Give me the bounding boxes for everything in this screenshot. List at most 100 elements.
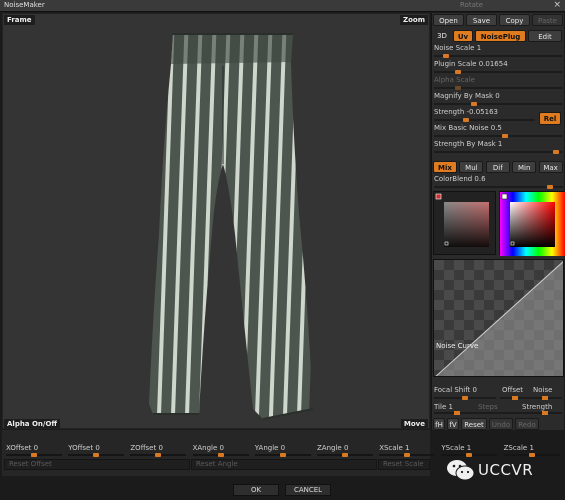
slider-yoffset[interactable]: YOffset 0 [66,444,126,458]
slider-xangle[interactable]: XAngle 0 [191,444,251,458]
slider-label: Strength By Mask 1 [434,140,503,148]
main-color-picker[interactable] [433,191,496,255]
slider-track [434,103,563,105]
mode-noiseplug[interactable]: NoisePlug [475,30,526,42]
blend-mul[interactable]: Mul [459,161,484,173]
offset-track[interactable] [500,397,562,399]
slider-xscale[interactable]: XScale 1 [377,444,437,458]
slider-label: ZScale 1 [503,444,534,452]
colorblend-slider[interactable]: ColorBlend 0.6 [432,175,565,191]
reset-scale-button[interactable]: Reset Scale [378,459,430,470]
preview-viewport[interactable]: Frame Zoom Alpha On/Off Move [2,13,430,429]
slider-plugin-scale[interactable]: Plugin Scale 0.01654 [432,60,565,76]
reset-offset-button[interactable]: Reset Offset [4,459,190,470]
hue-color-wheel [500,192,565,256]
rel-button[interactable]: Rel [539,112,561,125]
noise-label: Noise [533,386,553,394]
settings-panel: Open Save Copy Paste 3D Uv NoisePlug Edit Nois… [431,13,565,430]
focal-shift-slider[interactable]: Focal Shift 0 [432,386,498,402]
noise-curve-editor[interactable]: Noise Curve [433,259,564,377]
slider-strength[interactable]: Strength -0.05163 [432,108,537,124]
alpha-toggle[interactable]: Alpha On/Off [4,419,61,428]
secondary-color-picker[interactable] [499,191,565,256]
slider-knob[interactable] [279,453,286,457]
slider-label: YScale 1 [441,444,472,452]
tool-fh[interactable]: fH [433,418,445,430]
button-save[interactable]: Save [466,14,497,26]
main-color-gradient [435,193,489,247]
slider-noise-scale[interactable]: Noise Scale 1 [432,44,565,60]
slider-knob[interactable] [547,185,554,189]
tile-label: Tile 1 [434,403,453,411]
slider-strength-by-mask[interactable]: Strength By Mask 1 [432,140,565,156]
slider-knob[interactable] [404,453,411,457]
offset-knob[interactable] [512,396,518,400]
slider-knob[interactable] [553,150,560,154]
slider-knob[interactable] [217,453,224,457]
tool-fv[interactable]: fV [447,418,459,430]
colorblend-label: ColorBlend 0.6 [434,175,486,183]
slider-knob[interactable] [342,453,348,457]
slider-xoffset[interactable]: XOffset 0 [4,444,64,458]
slider-label: Noise Scale 1 [434,44,482,52]
reset-angle-button[interactable]: Reset Angle [191,459,377,470]
slider-track [434,87,563,89]
slider-label: YAngle 0 [254,444,286,452]
slider-track [434,119,535,121]
slider-knob[interactable] [501,134,508,138]
slider-track [434,55,563,57]
slider-knob[interactable] [31,453,37,457]
slider-label: XScale 1 [379,444,410,452]
slider-track [434,186,563,188]
strength-knob[interactable] [542,411,548,415]
tile-knob[interactable] [454,411,460,415]
zoom-button[interactable]: Zoom [400,15,428,25]
slider-track [434,151,563,153]
slider-knob[interactable] [93,453,100,457]
slider-zoffset[interactable]: ZOffset 0 [128,444,188,458]
slider-knob[interactable] [454,86,461,90]
button-open[interactable]: Open [433,14,464,26]
slider-knob[interactable] [155,453,162,457]
wechat-icon [447,460,475,481]
noise-curve-label: Noise Curve [436,342,479,350]
slider-magnify-by-mask[interactable]: Magnify By Mask 0 [432,92,565,108]
slider-zangle[interactable]: ZAngle 0 [315,444,375,458]
frame-button[interactable]: Frame [4,15,35,25]
slider-mix-basic-noise[interactable]: Mix Basic Noise 0.5 [432,124,565,140]
close-icon[interactable]: × [553,0,561,10]
mode-edit[interactable]: Edit [528,30,562,42]
blend-max[interactable]: Max [538,161,563,173]
slider-label: ZAngle 0 [317,444,349,452]
focal-shift-label: Focal Shift 0 [434,386,477,394]
move-button[interactable]: Move [400,419,428,428]
mode-uv[interactable]: Uv [453,30,473,42]
ok-button[interactable]: OK [233,484,279,496]
button-copy[interactable]: Copy [499,14,530,26]
blend-mix[interactable]: Mix [433,161,457,173]
window-title: NoiseMaker [4,1,45,9]
transform-bar: XOffset 0 YOffset 0 ZOffset 0 XAngle 0 YAngl… [2,430,560,476]
slider-knob[interactable] [462,396,468,400]
tool-reset[interactable]: Reset [461,418,487,430]
slider-knob[interactable] [470,102,477,106]
blend-dif[interactable]: Dif [485,161,510,173]
watermark-text: UCCVR [478,461,534,479]
slider-knob[interactable] [442,54,449,58]
slider-knob[interactable] [454,70,461,74]
mode-3d[interactable]: 3D [433,30,451,42]
offset-label: Offset [502,386,524,394]
curve-fill [435,261,563,376]
slider-label: XOffset 0 [6,444,39,452]
slider-label: XAngle 0 [192,444,224,452]
cancel-button[interactable]: CANCEL [285,484,331,496]
blend-min[interactable]: Min [512,161,537,173]
tool-redo[interactable]: Redo [515,418,539,430]
slider-label: YOffset 0 [68,444,100,452]
tool-undo[interactable]: Undo [489,418,513,430]
noise-knob[interactable] [542,396,548,400]
slider-yangle[interactable]: YAngle 0 [253,444,313,458]
slider-label: Strength -0.05163 [434,108,498,116]
button-paste[interactable]: Paste [532,14,563,26]
slider-knob[interactable] [462,118,469,122]
